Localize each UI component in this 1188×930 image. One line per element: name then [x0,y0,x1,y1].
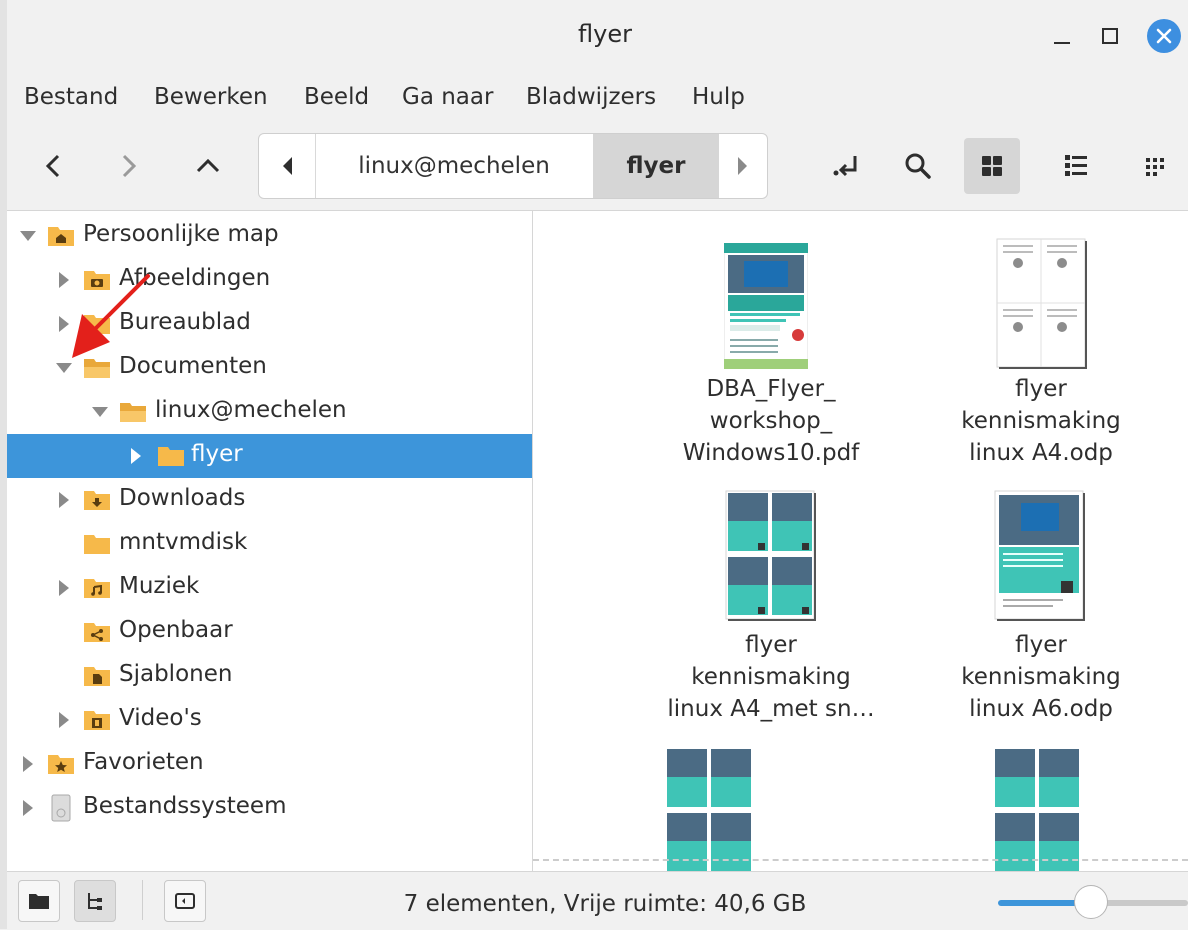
sidebar-item-videos[interactable]: Video's [7,698,532,742]
zoom-slider-handle[interactable] [1074,885,1108,919]
star-folder-icon [48,755,74,774]
sidebar-item-label: Bestandssysteem [83,793,287,819]
sidebar-item-label: flyer [191,441,243,467]
sidebar-item-label: Downloads [119,485,246,511]
close-icon [1156,28,1172,44]
chevron-up-icon [196,158,220,173]
expander-expanded-icon[interactable] [90,402,110,422]
download-folder-icon [84,491,110,510]
file-item[interactable]: flyer kennismaking linux A4.odp [865,231,1165,481]
menu-bestand[interactable]: Bestand [24,84,118,110]
expander-expanded-icon[interactable] [18,226,38,246]
sidebar-item-sjablonen[interactable]: Sjablonen [7,654,532,698]
expander-collapsed-icon[interactable] [54,710,74,730]
grid-icon [982,156,1002,176]
sidebar-item-downloads[interactable]: Downloads [7,478,532,522]
menu-ga-naar[interactable]: Ga naar [402,84,493,110]
menu-hulp[interactable]: Hulp [692,84,745,110]
drive-icon [51,794,71,822]
odp-thumbnail-icon[interactable] [663,745,755,871]
sidebar-item-linux-mechelen[interactable]: linux@mechelen [7,390,532,434]
triangle-left-icon [283,157,292,175]
location-entry-icon [833,156,857,177]
icon-view-button[interactable] [964,138,1020,194]
odp-thumbnail-icon [994,490,1085,621]
window-edge [0,0,7,929]
breadcrumb-scroll-right[interactable] [719,134,767,198]
share-folder-icon [84,623,110,642]
breadcrumb: linux@mechelen flyer [258,133,768,199]
close-button[interactable] [1146,18,1182,54]
chevron-right-icon [122,154,137,178]
maximize-button[interactable] [1092,18,1128,54]
minimize-icon [1054,42,1070,44]
forward-button[interactable] [100,138,156,194]
pdf-thumbnail-icon [724,243,808,369]
video-folder-icon [84,711,110,730]
odp-thumbnail-icon [725,490,816,621]
window-title: flyer [578,20,632,48]
sidebar-item-label: Muziek [119,573,200,599]
sidebar-item-label: Persoonlijke map [83,221,279,247]
file-name: flyer kennismaking linux A4.odp [961,376,1121,466]
triangle-right-icon [738,157,747,175]
folder-icon [84,535,110,554]
sidebar-item-favorieten[interactable]: Favorieten [7,742,532,786]
toggle-location-button[interactable] [818,138,874,194]
expander-collapsed-icon[interactable] [18,798,38,818]
list-icon [1065,155,1087,176]
expander-collapsed-icon[interactable] [54,578,74,598]
menu-beeld[interactable]: Beeld [304,84,369,110]
sidebar-item-bestandssysteem[interactable]: Bestandssysteem [7,786,532,830]
sidebar-item-mntvmdisk[interactable]: mntvmdisk [7,522,532,566]
folder-open-icon [120,403,146,422]
annotation-arrow [72,274,150,358]
minimize-button[interactable] [1044,18,1080,54]
search-button[interactable] [890,138,946,194]
menu-bladwijzers[interactable]: Bladwijzers [526,84,656,110]
home-folder-icon [48,227,74,246]
up-button[interactable] [180,138,236,194]
menu-bewerken[interactable]: Bewerken [154,84,268,110]
breadcrumb-scroll-left[interactable] [259,134,316,198]
sidebar-item-openbaar[interactable]: Openbaar [7,610,532,654]
sidebar-item-label: Favorieten [83,749,204,775]
sidebar-item-muziek[interactable]: Muziek [7,566,532,610]
template-folder-icon [84,667,110,686]
page-break-line [533,859,1188,861]
odp-thumbnail-icon [996,238,1087,369]
odp-thumbnail-icon[interactable] [991,745,1083,871]
sidebar-item-label: Video's [119,705,202,731]
music-folder-icon [84,579,110,598]
sidebar-item-label: Openbaar [119,617,233,643]
back-button[interactable] [26,138,82,194]
search-icon [905,153,931,179]
zoom-slider-fill[interactable] [998,900,1086,906]
expander-collapsed-icon[interactable] [126,446,146,466]
file-item[interactable]: flyer kennismaking linux A6.odp [865,483,1165,733]
chevron-left-icon [45,154,60,178]
folder-icon [158,447,184,466]
breadcrumb-linux-mechelen[interactable]: linux@mechelen [315,134,593,198]
compact-list-icon [1146,158,1164,176]
compact-view-button[interactable] [1128,138,1184,194]
file-view: DBA_Flyer_ workshop_ Windows10.pdf flyer ke… [533,211,1188,871]
sidebar-item-flyer[interactable]: flyer [7,434,532,478]
sidebar-item-label: linux@mechelen [155,397,347,423]
expander-collapsed-icon[interactable] [18,754,38,774]
sidebar-item-persoonlijke-map[interactable]: Persoonlijke map [7,214,532,258]
sidebar-item-label: mntvmdisk [119,529,248,555]
list-view-button[interactable] [1048,138,1104,194]
sidebar-item-label: Sjablonen [119,661,233,687]
expander-collapsed-icon[interactable] [54,490,74,510]
maximize-icon [1102,28,1118,44]
breadcrumb-flyer[interactable]: flyer [593,134,719,198]
file-name: flyer kennismaking linux A6.odp [961,632,1121,722]
